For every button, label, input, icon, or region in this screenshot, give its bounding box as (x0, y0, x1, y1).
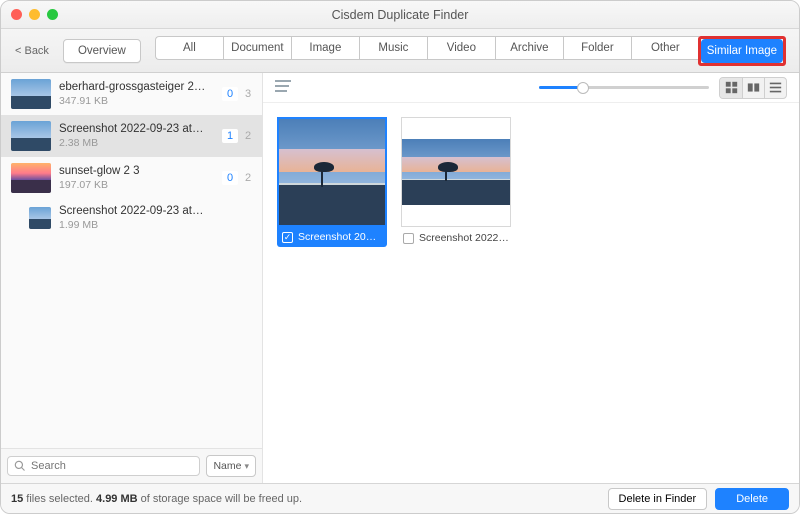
list-item[interactable]: Screenshot 2022-09-23 at… 1.99 MB (1, 199, 262, 237)
files-selected-count: 15 (11, 493, 23, 505)
file-name: Screenshot 2022-09-23 at… (59, 123, 214, 135)
preview-thumbnail (401, 117, 511, 227)
highlight-box: Similar Image (698, 36, 786, 66)
list-item-meta: Screenshot 2022-09-23 at… 1.99 MB (59, 205, 254, 231)
selection-counts: 1 2 (222, 129, 254, 143)
checkbox[interactable] (282, 232, 293, 243)
preview-item[interactable]: Screenshot 2022-0… (401, 117, 511, 247)
total-count: 2 (242, 172, 254, 184)
thumbnail-icon (29, 207, 51, 229)
list-item[interactable]: Screenshot 2022-09-23 at… 2.38 MB 1 2 (1, 115, 262, 157)
search-icon (14, 460, 26, 472)
selection-counts: 0 3 (222, 87, 254, 101)
category-tabs: All Document Image Music Video Archive F… (155, 36, 786, 66)
total-count: 3 (242, 88, 254, 100)
preview-item-label: Screenshot 2022-0… (298, 231, 382, 243)
preview-item[interactable]: Screenshot 2022-0… (277, 117, 387, 247)
content-body: eberhard-grossgasteiger 2… 347.91 KB 0 3… (1, 73, 799, 483)
grid-view-button[interactable] (720, 78, 742, 98)
sidebar-footer: Name ▾ (1, 448, 262, 483)
view-mode-toggle (719, 77, 787, 99)
file-size: 1.99 MB (59, 219, 254, 231)
tab-archive[interactable]: Archive (495, 36, 563, 60)
tab-similar-image[interactable]: Similar Image (701, 39, 783, 63)
list-item[interactable]: eberhard-grossgasteiger 2… 347.91 KB 0 3 (1, 73, 262, 115)
thumbnail-size-slider[interactable] (301, 86, 709, 89)
preview-grid: Screenshot 2022-0… Screenshot 2022-0… (263, 103, 799, 483)
tab-image[interactable]: Image (291, 36, 359, 60)
main-panel: Screenshot 2022-0… Screenshot 2022-0… (263, 73, 799, 483)
toolbar: < Back Overview All Document Image Music… (1, 29, 799, 73)
tab-other[interactable]: Other (631, 36, 699, 60)
status-text: 15 files selected. 4.99 MB of storage sp… (11, 493, 302, 505)
select-menu-icon[interactable] (275, 80, 291, 95)
overview-button[interactable]: Overview (63, 39, 141, 63)
sort-label: Name (213, 460, 241, 472)
selection-counts: 0 2 (222, 171, 254, 185)
traffic-lights (1, 9, 58, 20)
thumbnail-icon (11, 163, 51, 193)
window-title: Cisdem Duplicate Finder (1, 8, 799, 22)
selected-count: 0 (222, 171, 238, 185)
duplicate-group-list: eberhard-grossgasteiger 2… 347.91 KB 0 3… (1, 73, 262, 448)
delete-button[interactable]: Delete (715, 488, 789, 510)
tab-video[interactable]: Video (427, 36, 495, 60)
preview-toolbar (263, 73, 799, 103)
app-window: Cisdem Duplicate Finder < Back Overview … (0, 0, 800, 514)
search-input[interactable] (7, 456, 200, 476)
file-size: 197.07 KB (59, 179, 214, 191)
list-item[interactable]: sunset-glow 2 3 197.07 KB 0 2 (1, 157, 262, 199)
list-item-meta: eberhard-grossgasteiger 2… 347.91 KB (59, 81, 214, 107)
checkbox[interactable] (403, 233, 414, 244)
status-bar: 15 files selected. 4.99 MB of storage sp… (1, 483, 799, 513)
sidebar: eberhard-grossgasteiger 2… 347.91 KB 0 3… (1, 73, 263, 483)
file-name: eberhard-grossgasteiger 2… (59, 81, 214, 93)
search-field[interactable] (31, 460, 193, 472)
selected-count: 1 (222, 129, 238, 143)
list-item-meta: Screenshot 2022-09-23 at… 2.38 MB (59, 123, 214, 149)
list-item-meta: sunset-glow 2 3 197.07 KB (59, 165, 214, 191)
total-count: 2 (242, 130, 254, 142)
back-button[interactable]: < Back (11, 41, 53, 61)
status-text-part: files selected. (23, 493, 96, 505)
zoom-icon[interactable] (47, 9, 58, 20)
tab-music[interactable]: Music (359, 36, 427, 60)
thumbnail-icon (11, 79, 51, 109)
file-size: 347.91 KB (59, 95, 214, 107)
tab-document[interactable]: Document (223, 36, 291, 60)
status-text-part: of storage space will be freed up. (138, 493, 302, 505)
sort-button[interactable]: Name ▾ (206, 455, 256, 477)
chevron-updown-icon: ▾ (244, 461, 249, 472)
delete-in-finder-button[interactable]: Delete in Finder (608, 488, 708, 510)
preview-thumbnail (277, 117, 387, 227)
compare-view-button[interactable] (742, 78, 764, 98)
minimize-icon[interactable] (29, 9, 40, 20)
preview-item-label: Screenshot 2022-0… (419, 232, 509, 244)
freed-space: 4.99 MB (96, 493, 138, 505)
file-size: 2.38 MB (59, 137, 214, 149)
selected-count: 0 (222, 87, 238, 101)
file-name: Screenshot 2022-09-23 at… (59, 205, 254, 217)
titlebar: Cisdem Duplicate Finder (1, 1, 799, 29)
close-icon[interactable] (11, 9, 22, 20)
tab-all[interactable]: All (155, 36, 223, 60)
file-name: sunset-glow 2 3 (59, 165, 214, 177)
list-view-button[interactable] (764, 78, 786, 98)
slider-knob[interactable] (577, 82, 589, 94)
tab-folder[interactable]: Folder (563, 36, 631, 60)
thumbnail-icon (11, 121, 51, 151)
